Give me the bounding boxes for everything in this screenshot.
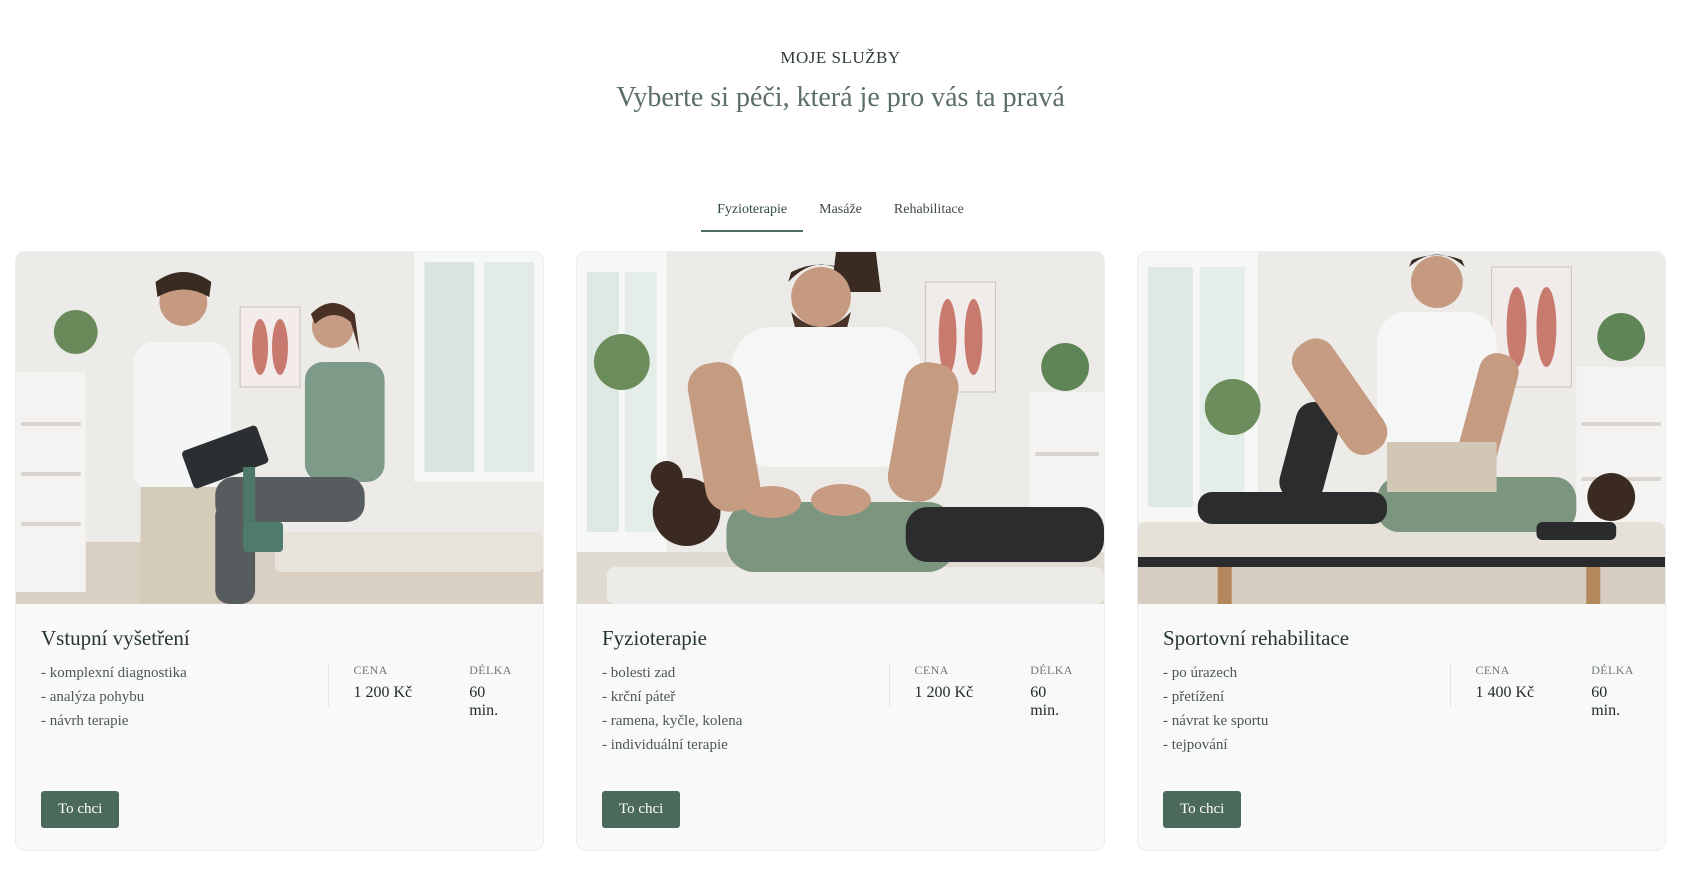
duration-value: 60 min. bbox=[469, 684, 499, 719]
list-item: - individuální terapie bbox=[602, 737, 728, 753]
price-block: CENA 1 200 Kč bbox=[914, 663, 1030, 707]
duration-label: DÉLKA bbox=[1030, 663, 1073, 677]
price-value: 1 200 Kč bbox=[914, 684, 974, 701]
duration-value: 60 min. bbox=[1591, 684, 1621, 719]
feature-list: - po úrazech - přetížení - návrat ke spo… bbox=[1163, 661, 1450, 757]
order-button[interactable]: To chci bbox=[1163, 791, 1242, 828]
list-item: - komplexní diagnostika bbox=[41, 665, 187, 681]
duration-label: DÉLKA bbox=[1591, 663, 1634, 677]
section-header: MOJE SLUŽBY Vyberte si péči, která je pr… bbox=[0, 0, 1681, 114]
service-card: Vstupní vyšetření - komplexní diagnostik… bbox=[15, 251, 544, 851]
card-image-massage bbox=[577, 252, 1104, 604]
feature-list: - komplexní diagnostika - analýza pohybu… bbox=[41, 661, 328, 733]
card-title: Fyzioterapie bbox=[602, 626, 707, 650]
list-item: - přetížení bbox=[1163, 689, 1225, 705]
tab-fyzioterapie[interactable]: Fyzioterapie bbox=[701, 192, 804, 232]
list-item: - analýza pohybu bbox=[41, 689, 145, 705]
card-title: Vstupní vyšetření bbox=[41, 626, 190, 650]
card-details: - bolesti zad - krční páteř - ramena, ky… bbox=[602, 661, 1079, 757]
price-label: CENA bbox=[914, 663, 949, 677]
list-item: - po úrazech bbox=[1163, 665, 1238, 681]
list-item: - ramena, kyčle, kolena bbox=[602, 713, 743, 729]
card-title: Sportovní rehabilitace bbox=[1163, 626, 1350, 650]
section-headline: Vyberte si péči, která je pro vás ta pra… bbox=[616, 82, 1065, 113]
price-label: CENA bbox=[1475, 663, 1510, 677]
list-item: - krční páteř bbox=[602, 689, 676, 705]
list-item: - návrh terapie bbox=[41, 713, 129, 729]
service-card: Sportovní rehabilitace - po úrazech - př… bbox=[1137, 251, 1666, 851]
price-label: CENA bbox=[353, 663, 388, 677]
card-details: - po úrazech - přetížení - návrat ke spo… bbox=[1163, 661, 1640, 757]
duration-block: DÉLKA 60 min. bbox=[1030, 663, 1079, 719]
price-value: 1 400 Kč bbox=[1475, 684, 1535, 701]
card-meta: CENA 1 200 Kč DÉLKA 60 min. bbox=[889, 663, 1079, 719]
card-details: - komplexní diagnostika - analýza pohybu… bbox=[41, 661, 518, 733]
price-value: 1 200 Kč bbox=[353, 684, 413, 701]
list-item: - bolesti zad bbox=[602, 665, 676, 681]
feature-list: - bolesti zad - krční páteř - ramena, ky… bbox=[602, 661, 889, 757]
list-item: - tejpování bbox=[1163, 737, 1228, 753]
order-button[interactable]: To chci bbox=[602, 791, 681, 828]
order-button[interactable]: To chci bbox=[41, 791, 120, 828]
service-cards: Vstupní vyšetření - komplexní diagnostik… bbox=[15, 251, 1666, 851]
duration-value: 60 min. bbox=[1030, 684, 1060, 719]
list-item: - návrat ke sportu bbox=[1163, 713, 1269, 729]
tab-rehabilitace[interactable]: Rehabilitace bbox=[878, 192, 980, 232]
duration-label: DÉLKA bbox=[469, 663, 512, 677]
card-image-consultation bbox=[16, 252, 543, 604]
card-meta: CENA 1 400 Kč DÉLKA 60 min. bbox=[1450, 663, 1640, 719]
card-body: Vstupní vyšetření - komplexní diagnostik… bbox=[16, 604, 543, 850]
card-meta: CENA 1 200 Kč DÉLKA 60 min. bbox=[328, 663, 518, 719]
card-body: Sportovní rehabilitace - po úrazech - př… bbox=[1138, 604, 1665, 850]
price-block: CENA 1 400 Kč bbox=[1475, 663, 1591, 707]
card-body: Fyzioterapie - bolesti zad - krční páteř… bbox=[577, 604, 1104, 850]
section-eyebrow: MOJE SLUŽBY bbox=[780, 48, 901, 67]
card-image-rehabilitation bbox=[1138, 252, 1665, 604]
service-tabs: Fyzioterapie Masáže Rehabilitace bbox=[0, 192, 1681, 232]
duration-block: DÉLKA 60 min. bbox=[1591, 663, 1640, 719]
service-card: Fyzioterapie - bolesti zad - krční páteř… bbox=[576, 251, 1105, 851]
duration-block: DÉLKA 60 min. bbox=[469, 663, 518, 719]
tab-masaze[interactable]: Masáže bbox=[803, 192, 878, 232]
price-block: CENA 1 200 Kč bbox=[353, 663, 469, 707]
